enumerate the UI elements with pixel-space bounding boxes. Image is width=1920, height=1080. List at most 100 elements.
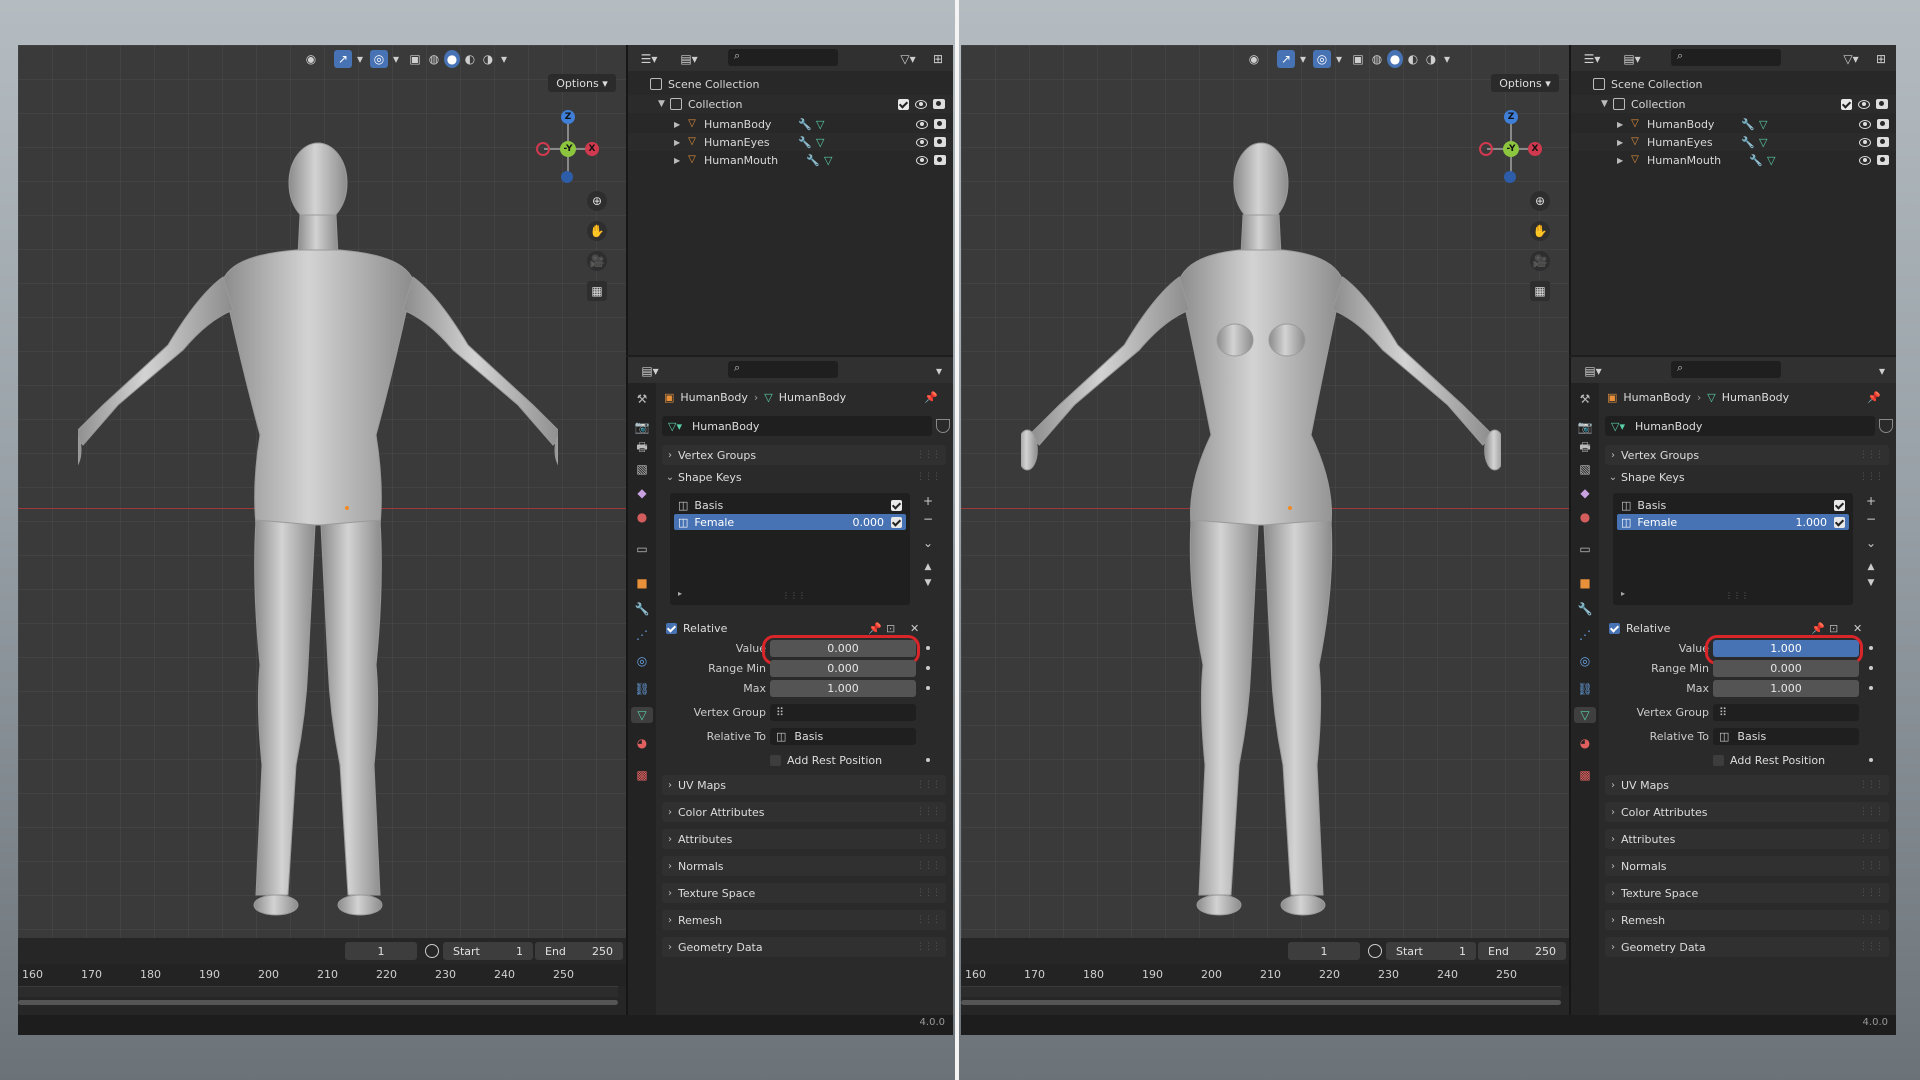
visibility-eye-icon[interactable] [916,155,928,165]
display-mode-icon[interactable]: ▤▾ [678,50,700,68]
clock-icon[interactable] [1368,944,1382,958]
shape-key-specials-button[interactable]: ⌄ [920,535,936,551]
gizmo-z-axis[interactable]: Z [561,110,575,124]
render-camera-icon[interactable] [1877,119,1889,129]
wireframe-shading-icon[interactable]: ◍ [426,50,442,68]
modifier-wrench-icon[interactable]: 🔧 [1741,136,1755,149]
render-camera-icon[interactable] [934,137,946,147]
outliner-object-humanbody[interactable]: ▶ ▽ HumanBody 🔧 ▽ [628,115,953,133]
expand-arrow-icon[interactable]: ▶ [674,120,686,129]
mesh-datablock-selector[interactable]: ▽▾ HumanBody [662,416,932,436]
panel-uv-maps[interactable]: › UV Maps ⋮⋮⋮ [662,775,946,795]
keyframe-dot[interactable] [926,686,930,690]
view-object-types-icon[interactable]: ◉ [1243,50,1265,68]
shape-key-female[interactable]: ◫ Female 0.000 [674,514,906,530]
timeline-track[interactable] [18,986,618,997]
constraints-tab-icon[interactable]: ⛓ [634,681,650,697]
mesh-data-icon[interactable]: ▽ [1759,118,1767,131]
shape-keys-panel[interactable]: ⌄ Shape Keys ⋮⋮⋮ [1605,467,1889,487]
keyframe-dot[interactable] [926,666,930,670]
pin-icon[interactable]: 📌 [924,391,938,404]
gizmo-neg-y-axis[interactable]: -Y [1503,141,1519,157]
panel-normals[interactable]: › Normals ⋮⋮⋮ [662,856,946,876]
xray-toggle-icon[interactable]: ▣ [406,50,424,68]
frame-ruler[interactable]: 160 170 180 190 200 210 220 230 240 250 [961,964,1569,986]
move-up-button[interactable]: ▲ [920,559,936,575]
panel-texture-space[interactable]: › Texture Space ⋮⋮⋮ [1605,883,1889,903]
collection-row[interactable]: ▼ Collection [628,95,953,113]
add-rest-position-checkbox[interactable]: Add Rest Position [1713,754,1825,767]
view-object-types-icon[interactable]: ◉ [300,50,322,68]
panel-normals[interactable]: › Normals ⋮⋮⋮ [1605,856,1889,876]
view-layer-tab-icon[interactable]: ▧ [634,461,650,477]
vertex-groups-panel[interactable]: › Vertex Groups ⋮⋮⋮ [1605,445,1889,465]
fake-user-shield-icon[interactable] [936,419,950,433]
relative-checkbox[interactable]: Relative [1609,622,1670,635]
properties-editor[interactable]: ▤▾ ⌕ ▾ ⚒ 📷 🖶 ▧ ◆ ● ▭ ■ 🔧 ⋰ ◎ ⛓ ▽ ◕ ▩ ▣ H… [1569,357,1896,1015]
render-camera-icon[interactable] [934,155,946,165]
list-options-arrow-icon[interactable]: ▸ [1621,589,1625,598]
material-shading-icon[interactable]: ◐ [1405,50,1421,68]
gizmo-toggle-icon[interactable]: ↗ [334,50,352,68]
render-camera-icon[interactable] [1876,99,1888,109]
vertex-group-field[interactable]: ⠿ [1713,703,1859,721]
shape-key-mute-checkbox[interactable] [1834,499,1845,511]
view-layer-tab-icon[interactable]: ▧ [1577,461,1593,477]
object-tab-icon[interactable]: ■ [634,575,650,591]
object-tab-icon[interactable]: ■ [1577,575,1593,591]
scene-tab-icon[interactable]: ◆ [1577,485,1593,501]
expand-arrow-icon[interactable]: ▶ [1617,138,1629,147]
gizmo-neg-y-axis[interactable]: -Y [560,141,576,157]
visibility-eye-icon[interactable] [916,137,928,147]
material-tab-icon[interactable]: ◕ [1577,735,1593,751]
new-collection-icon[interactable]: ⊞ [930,50,946,68]
options-dropdown[interactable]: Options ▾ [548,74,616,92]
chevron-down-icon[interactable]: ▾ [1297,50,1309,68]
3d-viewport[interactable]: ◉ ↗ ▾ ◎ ▾ ▣ ◍ ● ◐ ◑ ▾ Options ▾ Z X -Y ⊕… [961,45,1569,938]
human-figure[interactable] [1021,105,1501,938]
particles-tab-icon[interactable]: ⋰ [1577,627,1593,643]
outliner-object-humaneyes[interactable]: ▶ ▽ HumanEyes 🔧 ▽ [1571,133,1896,151]
outliner-search-input[interactable]: ⌕ [1671,49,1781,66]
end-frame-field[interactable]: End 250 [1478,942,1566,960]
keyframe-dot[interactable] [1869,666,1873,670]
modifier-tab-icon[interactable]: 🔧 [1577,601,1593,617]
texture-tab-icon[interactable]: ▩ [1577,767,1593,783]
modifier-wrench-icon[interactable]: 🔧 [798,118,812,131]
edit-mode-shape-icon[interactable]: ⊡ [886,622,895,635]
move-down-button[interactable]: ▼ [920,575,936,591]
render-camera-icon[interactable] [1877,155,1889,165]
outliner[interactable]: ☰▾ ▤▾ ⌕ ▽▾ ⊞ Scene Collection ▼ Collecti… [626,45,953,355]
expand-arrow-icon[interactable]: ▼ [1601,99,1613,109]
3d-viewport[interactable]: ◉ ↗ ▾ ◎ ▾ ▣ ◍ ● ◐ ◑ ▾ Options ▾ Z X -Y ⊕… [18,45,626,938]
add-rest-position-checkbox[interactable]: Add Rest Position [770,754,882,767]
render-camera-icon[interactable] [1877,137,1889,147]
panel-remesh[interactable]: › Remesh ⋮⋮⋮ [1605,910,1889,930]
add-shape-key-button[interactable]: + [1863,493,1879,509]
start-frame-field[interactable]: Start 1 [443,942,533,960]
modifier-tab-icon[interactable]: 🔧 [634,601,650,617]
panel-geometry-data[interactable]: › Geometry Data ⋮⋮⋮ [1605,937,1889,957]
range-max-field[interactable]: 1.000 [1713,679,1859,697]
output-tab-icon[interactable]: 🖶 [1577,439,1593,455]
rendered-shading-icon[interactable]: ◑ [480,50,496,68]
ortho-grid-icon[interactable]: ▦ [587,281,607,301]
edit-mode-shape-icon[interactable]: ⊡ [1829,622,1838,635]
gizmo-neg-z[interactable] [1504,171,1516,183]
visibility-eye-icon[interactable] [916,119,928,129]
panel-remesh[interactable]: › Remesh ⋮⋮⋮ [662,910,946,930]
shape-key-basis[interactable]: ◫ Basis [1617,497,1849,513]
gizmo-x-axis[interactable]: X [585,142,599,156]
timeline-scrollbar[interactable] [18,1000,618,1005]
list-options-arrow-icon[interactable]: ▸ [678,589,682,598]
render-tab-icon[interactable]: 📷 [634,419,650,435]
panel-texture-space[interactable]: › Texture Space ⋮⋮⋮ [662,883,946,903]
visibility-eye-icon[interactable] [915,99,927,109]
rendered-shading-icon[interactable]: ◑ [1423,50,1439,68]
properties-search-input[interactable]: ⌕ [1671,361,1781,378]
expand-arrow-icon[interactable]: ▶ [674,156,686,165]
properties-search-input[interactable]: ⌕ [728,361,838,378]
mesh-data-tab-icon[interactable]: ▽ [631,707,653,723]
range-min-field[interactable]: 0.000 [1713,659,1859,677]
scene-tab-icon[interactable]: ◆ [634,485,650,501]
